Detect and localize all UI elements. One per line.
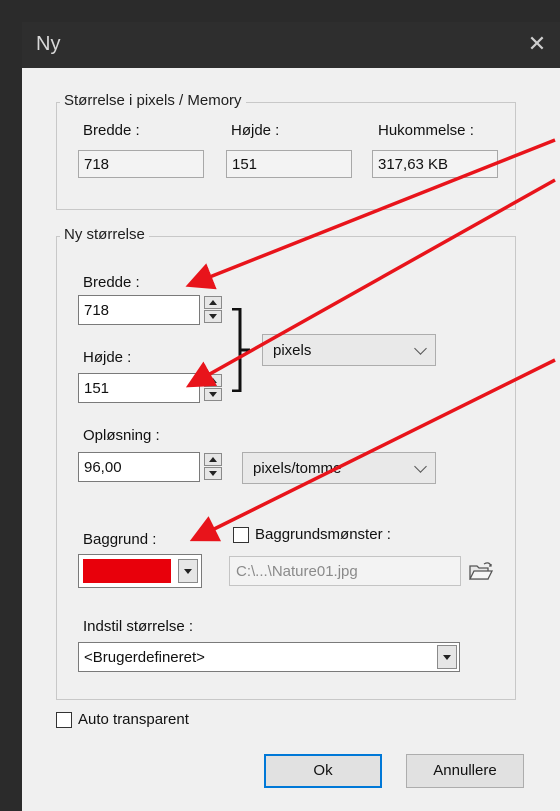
annotation-arrows	[185, 138, 556, 542]
screenshot-frame: Ny ✕ Størrelse i pixels / Memory Bredde …	[0, 0, 560, 811]
arrow-to-background	[189, 358, 556, 542]
